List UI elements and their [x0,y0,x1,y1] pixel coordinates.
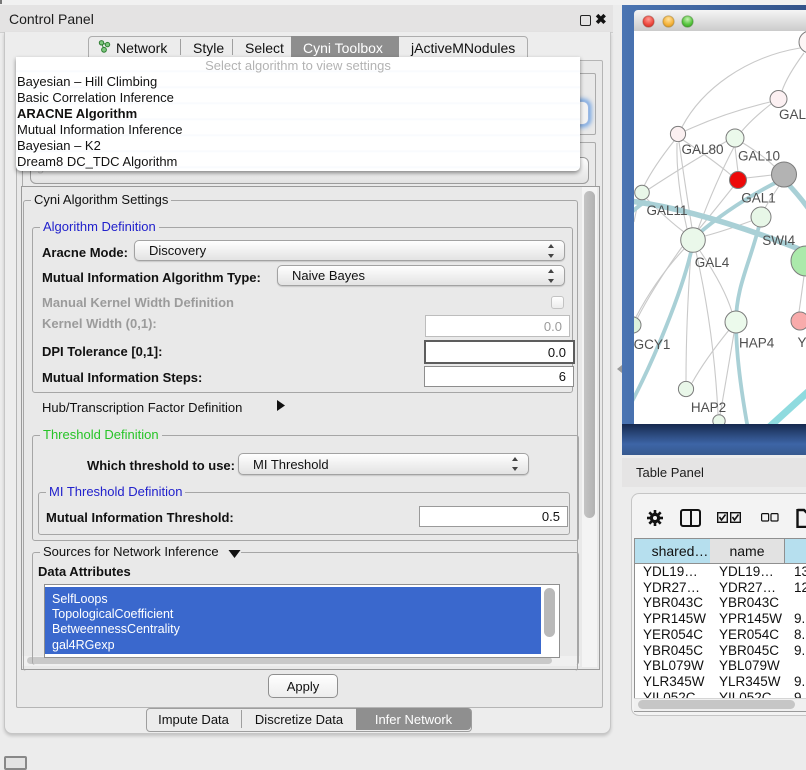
svg-text:GAL1: GAL1 [741,191,776,206]
svg-text:GCY1: GCY1 [634,337,670,352]
svg-text:GAL4: GAL4 [695,255,730,270]
svg-text:SWI4: SWI4 [762,233,795,248]
svg-text:GAL10: GAL10 [738,149,780,164]
svg-text:YM: YM [798,335,806,350]
svg-text:GAL8: GAL8 [779,107,806,122]
svg-text:HAP2: HAP2 [691,400,726,415]
svg-text:HAP4: HAP4 [739,336,775,351]
svg-text:GAL80: GAL80 [681,142,723,157]
svg-text:GAL11: GAL11 [646,203,687,218]
